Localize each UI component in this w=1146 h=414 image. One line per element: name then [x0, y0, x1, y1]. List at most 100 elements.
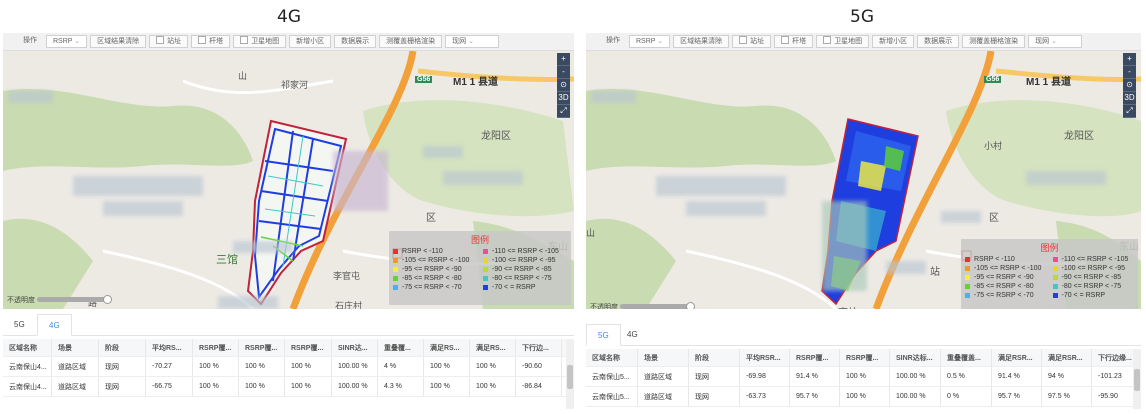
legend-swatch — [1052, 293, 1058, 298]
metric-select[interactable]: RSRP — [46, 35, 88, 48]
3d-toggle-button[interactable]: 3D — [1123, 92, 1136, 105]
column-header: 下行边缘... — [1092, 349, 1134, 366]
map-view[interactable]: G56 M1 1 县道 祁家河 龙阳区 三馆 李官屯 东山 石庄村 路 山 区 … — [3, 51, 574, 309]
tab-5g[interactable]: 5G — [3, 314, 36, 336]
column-header: SINR达标... — [890, 349, 941, 366]
clear-area-button[interactable]: 区域结果清除 — [90, 35, 147, 48]
legend-swatch — [483, 249, 488, 254]
stage-select[interactable]: 现网 — [1028, 35, 1083, 48]
legend-swatch — [965, 293, 970, 298]
column-header: 场景 — [52, 339, 99, 356]
table-cell: 现网 — [689, 387, 740, 406]
legend-item: -80 <= RSRP < -75 — [483, 275, 567, 282]
place-label: 三馆 — [216, 254, 238, 266]
3d-toggle-button[interactable]: 3D — [557, 92, 570, 105]
column-header: 场景 — [638, 349, 689, 366]
measure-icon[interactable]: ⤢ — [1123, 105, 1136, 118]
legend-swatch — [483, 267, 488, 272]
tab-4g[interactable]: 4G — [616, 324, 649, 346]
legend-item: -105 <= RSRP < -100 — [965, 265, 1047, 272]
legend-swatch — [1052, 284, 1058, 289]
measure-icon[interactable]: ⤢ — [557, 105, 570, 118]
opacity-slider[interactable] — [620, 304, 692, 309]
locate-icon[interactable]: ⊙ — [557, 79, 570, 92]
legend-item: -95 <= RSRP < -90 — [393, 266, 477, 273]
table-row[interactable]: 云南保山5... 道路区域 现网 -63.73 95.7 % 100 % 100.00 % 0… — [586, 387, 1134, 407]
table-scrollbar[interactable] — [1133, 349, 1141, 409]
map-toolbar: 操作 RSRP 区域结果清除 站址 杆塔 卫星地图 新增小区 数据展示 测覆盖栅… — [586, 33, 1141, 51]
map-view[interactable]: G56 M1 1 县道 小村 龙阳区 站 南站 东山 区 山 + - ⊙ 3D … — [586, 51, 1141, 309]
data-show-button[interactable]: 数据展示 — [917, 35, 960, 48]
table-row[interactable]: 云南保山4... 道路区域 现网 -70.27 100 % 100 % 100 % 100.0… — [3, 357, 566, 377]
road — [685, 249, 838, 309]
opacity-slider-thumb[interactable] — [103, 295, 112, 304]
legend-swatch — [393, 258, 398, 263]
table-cell: 94 % — [1042, 367, 1092, 386]
column-header: RSRP覆... — [285, 339, 332, 356]
road-label-m1: M1 1 县道 — [453, 77, 499, 88]
stage-select[interactable]: 现网 — [445, 35, 500, 48]
site-checkbox[interactable]: 站址 — [149, 35, 189, 48]
scrollbar-thumb[interactable] — [1134, 369, 1140, 391]
grid-render-button[interactable]: 测覆盖栅格渲染 — [379, 35, 443, 48]
legend-swatch — [483, 276, 488, 281]
new-cell-button[interactable]: 新增小区 — [872, 35, 915, 48]
table-scrollbar[interactable] — [566, 339, 574, 409]
table-cell: -86.84 — [516, 377, 562, 396]
table-cell: 云南保山5... — [586, 367, 638, 386]
table-cell: 100.00 % — [332, 377, 378, 396]
legend-item: -80 <= RSRP < -75 — [1052, 283, 1135, 290]
green-area — [363, 100, 574, 217]
opacity-slider[interactable] — [37, 297, 109, 302]
legend-swatch — [965, 284, 970, 289]
data-show-button[interactable]: 数据展示 — [334, 35, 377, 48]
highway-shield: G56 — [984, 76, 1002, 83]
locate-icon[interactable]: ⊙ — [1123, 79, 1136, 92]
table-row[interactable]: 云南保山4... 道路区域 现网 -66.75 100 % 100 % 100 % 100.0… — [3, 377, 566, 397]
satellite-checkbox[interactable]: 卫星地图 — [816, 35, 870, 48]
legend-swatch — [483, 285, 488, 290]
legend-swatch — [965, 257, 970, 262]
coverage-region[interactable] — [246, 119, 348, 306]
table-cell: 100 % — [285, 377, 332, 396]
table-cell: 道路区域 — [52, 377, 99, 396]
tab-4g[interactable]: 4G — [37, 314, 72, 336]
opacity-slider-thumb[interactable] — [686, 302, 695, 309]
highway-shield: G56 — [415, 76, 433, 83]
zoom-in-button[interactable]: + — [557, 53, 570, 66]
table-cell: 道路区域 — [638, 367, 689, 386]
opacity-label: 不透明度 — [590, 304, 618, 309]
tower-checkbox[interactable]: 杆塔 — [191, 35, 231, 48]
metric-select[interactable]: RSRP — [629, 35, 671, 48]
legend-item: -85 <= RSRP < -80 — [393, 275, 477, 282]
legend-swatch — [1052, 266, 1058, 271]
place-label: 小村 — [984, 141, 1003, 151]
zoom-out-button[interactable]: - — [1123, 66, 1136, 79]
legend-item: -110 <= RSRP < -105 — [483, 248, 567, 255]
column-header: 满足RSR... — [1042, 349, 1092, 366]
legend-swatch — [393, 276, 398, 281]
grid-render-button[interactable]: 测覆盖栅格渲染 — [962, 35, 1026, 48]
satellite-checkbox[interactable]: 卫星地图 — [233, 35, 287, 48]
new-cell-button[interactable]: 新增小区 — [289, 35, 332, 48]
zoom-out-button[interactable]: - — [557, 66, 570, 79]
table-cell: 91.4 % — [790, 367, 840, 386]
place-label: 区 — [426, 213, 436, 224]
right-panel-5g: 操作 RSRP 区域结果清除 站址 杆塔 卫星地图 新增小区 数据展示 测覆盖栅… — [586, 33, 1141, 411]
column-header: RSRP覆... — [790, 349, 840, 366]
table-cell: -70.27 — [146, 357, 193, 376]
table-cell: 云南保山5... — [586, 387, 638, 406]
legend-item: -105 <= RSRP < -100 — [393, 257, 477, 264]
clear-area-button[interactable]: 区域结果清除 — [673, 35, 730, 48]
site-checkbox[interactable]: 站址 — [732, 35, 772, 48]
road — [182, 79, 334, 94]
table-cell: 云南保山4... — [3, 377, 52, 396]
table-row[interactable]: 云南保山5... 道路区域 现网 -69.98 91.4 % 100 % 100.00 % 0… — [586, 367, 1134, 387]
zoom-in-button[interactable]: + — [1123, 53, 1136, 66]
tower-checkbox[interactable]: 杆塔 — [774, 35, 814, 48]
legend: 图例 RSRP < -110 -110 <= RSRP < -105 -105 … — [389, 231, 571, 305]
table-cell: 云南保山4... — [3, 357, 52, 376]
legend-item: -100 <= RSRP < -95 — [483, 257, 567, 264]
scrollbar-thumb[interactable] — [567, 365, 573, 389]
table-cell: 100 % — [193, 377, 239, 396]
